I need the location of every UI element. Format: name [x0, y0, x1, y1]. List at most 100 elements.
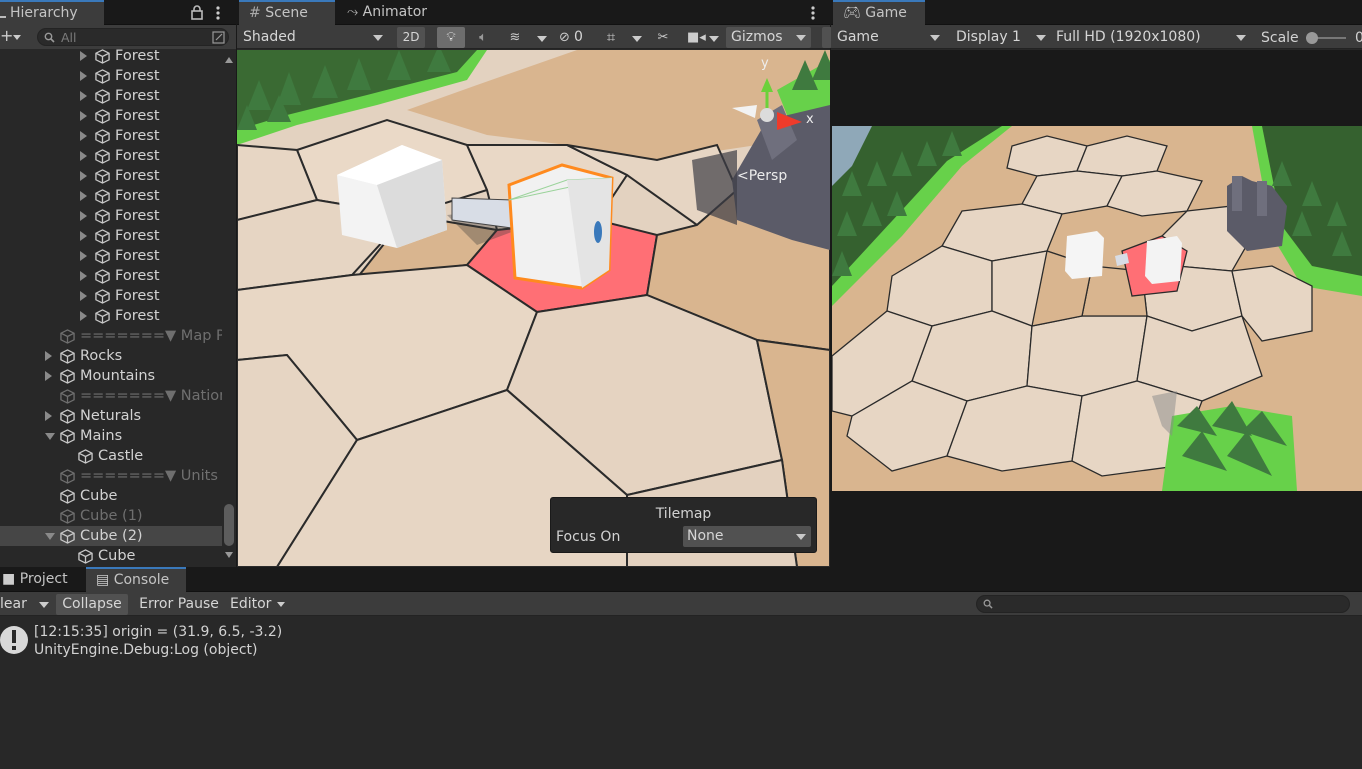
expand-arrow-icon[interactable]	[80, 151, 87, 161]
hierarchy-item[interactable]: Cube (1)	[0, 506, 222, 526]
expand-arrow-icon[interactable]	[80, 91, 87, 101]
hidden-count: 0	[574, 29, 583, 45]
expand-arrow-icon[interactable]	[80, 171, 87, 181]
shading-mode-dropdown[interactable]: Shaded	[238, 27, 388, 48]
editor-dropdown[interactable]: Editor	[226, 594, 290, 615]
chevron-down-icon	[930, 35, 940, 41]
tab-scene[interactable]: # Scene	[239, 0, 335, 25]
log-entry[interactable]: [12:15:35] origin = (31.9, 6.5, -3.2) Un…	[0, 621, 1362, 661]
hierarchy-item[interactable]: =======▼ Units	[0, 466, 222, 486]
search-field[interactable]: All	[37, 28, 229, 46]
scene-viewport[interactable]: y x <Persp Tilemap Focus On None	[237, 50, 830, 567]
hierarchy-item[interactable]: Cube	[0, 486, 222, 506]
focus-on-dropdown[interactable]: None	[683, 526, 811, 547]
hierarchy-item[interactable]: =======▼ Nation	[0, 386, 222, 406]
chevron-down-icon[interactable]	[632, 36, 642, 42]
expand-arrow-icon[interactable]	[80, 231, 87, 241]
scale-slider[interactable]	[1306, 32, 1346, 44]
gameobject-cube-icon	[95, 289, 110, 304]
hierarchy-item[interactable]: Forest	[0, 86, 222, 106]
hierarchy-item[interactable]: Rocks	[0, 346, 222, 366]
gizmos-dropdown[interactable]: Gizmos	[726, 27, 811, 48]
collapse-button[interactable]: Collapse	[56, 594, 128, 615]
effects-toggle[interactable]: ≋	[501, 27, 529, 48]
audio-toggle[interactable]: 🔈︎	[469, 27, 497, 48]
projection-toggle[interactable]: <Persp	[737, 168, 787, 184]
hierarchy-scrollbar[interactable]	[222, 49, 236, 567]
toggle-2d-button[interactable]: 2D	[397, 27, 425, 48]
hierarchy-item[interactable]: Forest	[0, 126, 222, 146]
scale-slider-handle[interactable]	[1306, 32, 1318, 44]
resolution-dropdown[interactable]: Full HD (1920x1080)	[1051, 27, 1251, 48]
hierarchy-item[interactable]: Forest	[0, 186, 222, 206]
hierarchy-item[interactable]: Forest	[0, 66, 222, 86]
add-object-button[interactable]: +	[0, 27, 28, 47]
hierarchy-item[interactable]: Forest	[0, 226, 222, 246]
hierarchy-item[interactable]: Forest	[0, 266, 222, 286]
lock-icon[interactable]	[190, 5, 204, 20]
hierarchy-item[interactable]: Neturals	[0, 406, 222, 426]
gameobject-cube-icon	[60, 529, 75, 544]
game-mode-dropdown[interactable]: Game	[832, 27, 945, 48]
expand-arrow-icon[interactable]	[80, 131, 87, 141]
search-icon	[983, 599, 993, 609]
hierarchy-item-label: =======▼ Map P	[80, 328, 222, 344]
expand-arrow-icon[interactable]	[80, 271, 87, 281]
scroll-down-arrow[interactable]	[225, 552, 233, 558]
hierarchy-item[interactable]: Forest	[0, 49, 222, 66]
expand-arrow-icon[interactable]	[80, 211, 87, 221]
hierarchy-item[interactable]: Forest	[0, 106, 222, 126]
clear-button[interactable]: lear	[0, 594, 34, 615]
hierarchy-item[interactable]: Cube	[0, 546, 222, 566]
expand-arrow-icon[interactable]	[80, 251, 87, 261]
hierarchy-item[interactable]: Cube (2)	[0, 526, 222, 546]
gameobject-cube-icon	[60, 489, 75, 504]
scale-value: 0	[1355, 30, 1362, 46]
scene-visibility-toggle[interactable]: ⊘ 0	[555, 27, 593, 48]
scroll-up-arrow[interactable]	[225, 57, 233, 63]
hierarchy-item[interactable]: Forest	[0, 286, 222, 306]
hierarchy-item-label: Forest	[115, 248, 160, 264]
expand-arrow-icon[interactable]	[80, 111, 87, 121]
tab-console[interactable]: ▤ Console	[86, 567, 186, 592]
expand-arrow-icon[interactable]	[80, 291, 87, 301]
tab-project[interactable]: ■ Project	[0, 567, 78, 592]
tab-hierarchy[interactable]: Hierarchy	[0, 0, 104, 25]
more-options-icon[interactable]	[214, 5, 222, 21]
tools-button[interactable]: ✂︎	[651, 27, 675, 48]
chevron-down-icon[interactable]	[39, 602, 49, 608]
expand-arrow-icon[interactable]	[80, 191, 87, 201]
hierarchy-item[interactable]: Forest	[0, 206, 222, 226]
lighting-toggle[interactable]: 💡︎	[437, 27, 465, 48]
scene-search-icon[interactable]	[212, 31, 225, 44]
collapse-arrow-icon[interactable]	[45, 433, 55, 440]
chevron-down-icon[interactable]	[709, 36, 719, 42]
error-pause-button[interactable]: Error Pause	[134, 594, 224, 615]
hierarchy-item[interactable]: Mountains	[0, 366, 222, 386]
grid-toggle[interactable]: ⌗	[599, 27, 623, 48]
display-dropdown[interactable]: Display 1	[951, 27, 1051, 48]
console-search-input[interactable]	[976, 595, 1350, 613]
expand-arrow-icon[interactable]	[80, 311, 87, 321]
game-viewport[interactable]	[832, 126, 1362, 491]
gameobject-cube-icon	[60, 329, 75, 344]
scroll-thumb[interactable]	[224, 504, 234, 546]
tab-game[interactable]: 🎮︎ Game	[833, 0, 925, 25]
expand-arrow-icon[interactable]	[45, 411, 52, 421]
expand-arrow-icon[interactable]	[80, 51, 87, 61]
hierarchy-item[interactable]: =======▼ Map P	[0, 326, 222, 346]
hierarchy-item[interactable]: Castle	[0, 446, 222, 466]
tab-animator[interactable]: ⤳ Animator	[337, 0, 437, 25]
hierarchy-item[interactable]: Forest	[0, 246, 222, 266]
more-options-icon[interactable]	[809, 5, 817, 21]
hierarchy-item[interactable]: Forest	[0, 146, 222, 166]
hierarchy-item-label: Mains	[80, 428, 123, 444]
expand-arrow-icon[interactable]	[45, 351, 52, 361]
collapse-arrow-icon[interactable]	[45, 533, 55, 540]
expand-arrow-icon[interactable]	[80, 71, 87, 81]
chevron-down-icon[interactable]	[537, 36, 547, 42]
expand-arrow-icon[interactable]	[45, 371, 52, 381]
hierarchy-item[interactable]: Forest	[0, 166, 222, 186]
hierarchy-item[interactable]: Mains	[0, 426, 222, 446]
hierarchy-item[interactable]: Forest	[0, 306, 222, 326]
